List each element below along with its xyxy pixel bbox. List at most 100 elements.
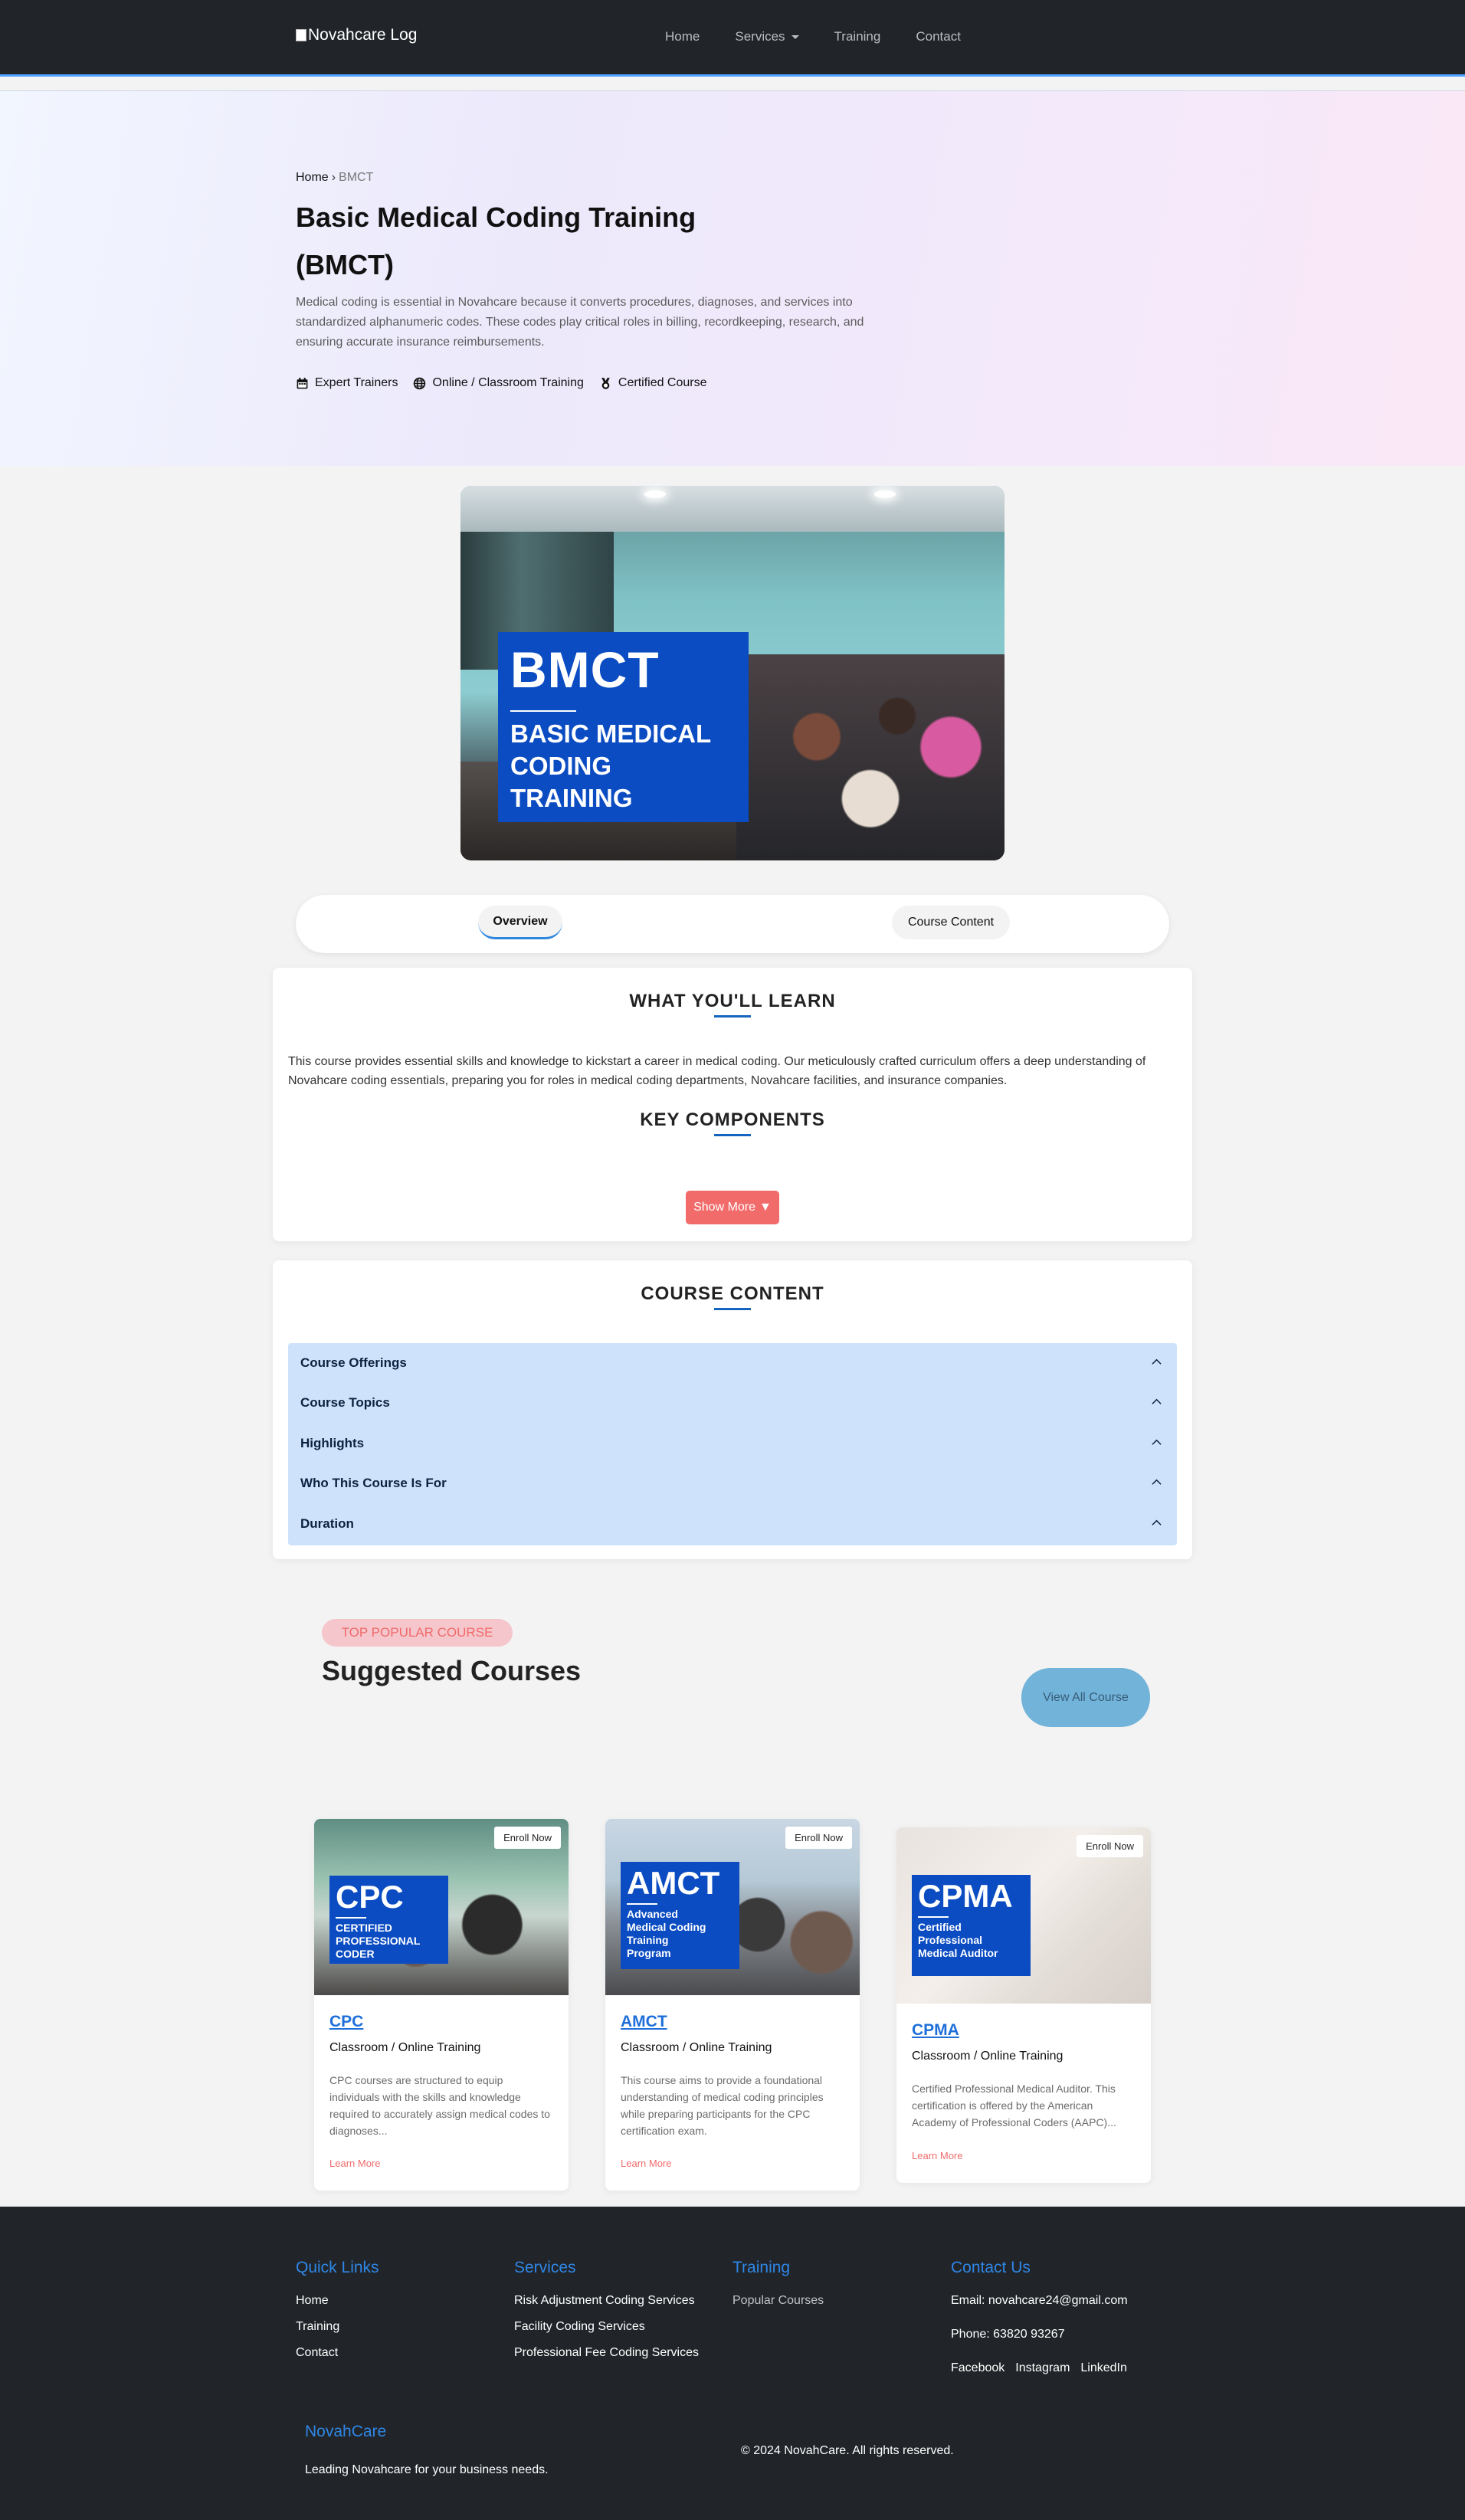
footer-heading: Services bbox=[514, 2259, 576, 2276]
learn-card: WHAT YOU'LL LEARN This course provides e… bbox=[273, 968, 1192, 1241]
badge-rule bbox=[627, 1903, 657, 1905]
nav-services-label: Services bbox=[735, 29, 785, 44]
footer-link[interactable]: Professional Fee Coding Services bbox=[514, 2346, 699, 2360]
logo[interactable]: Novahcare Log bbox=[296, 26, 417, 44]
tab-course-content[interactable]: Course Content bbox=[892, 906, 1010, 939]
footer-link[interactable]: Popular Courses bbox=[732, 2294, 824, 2308]
chevron-up-icon bbox=[1152, 1398, 1162, 1404]
learn-more-link[interactable]: Learn More bbox=[621, 2158, 671, 2169]
footer-heading: Quick Links bbox=[296, 2259, 379, 2276]
course-card-image: AMCT Advanced Medical Coding Training Pr… bbox=[605, 1819, 860, 1995]
course-description: CPC courses are structured to equip indi… bbox=[329, 2074, 550, 2137]
footer-training: Training Popular Courses bbox=[732, 2259, 824, 2320]
accordion-item[interactable]: Duration bbox=[288, 1504, 1177, 1544]
facebook-link[interactable]: Facebook bbox=[951, 2361, 1005, 2375]
course-card-amct: AMCT Advanced Medical Coding Training Pr… bbox=[605, 1819, 860, 2191]
globe-icon bbox=[414, 377, 426, 389]
learn-more-link[interactable]: Learn More bbox=[329, 2158, 380, 2169]
course-mode: Classroom / Online Training bbox=[912, 2050, 1064, 2063]
banner-line: TRAINING bbox=[510, 784, 633, 812]
linkedin-link[interactable]: LinkedIn bbox=[1080, 2361, 1127, 2375]
accordion-item[interactable]: Who This Course Is For bbox=[288, 1463, 1177, 1503]
course-title-link[interactable]: CPC bbox=[329, 2013, 363, 2031]
banner-line: CODING bbox=[510, 752, 611, 780]
badge-line: PROFESSIONAL bbox=[336, 1935, 421, 1947]
nav-home-link[interactable]: Home bbox=[665, 29, 700, 44]
nav-links: Home Services Training Contact bbox=[665, 29, 961, 44]
accordion-item[interactable]: Course Topics bbox=[288, 1383, 1177, 1423]
nav-training-link[interactable]: Training bbox=[834, 29, 881, 44]
tab-overview[interactable]: Overview bbox=[478, 906, 562, 939]
key-components-heading: KEY COMPONENTS bbox=[640, 1109, 825, 1130]
footer-brand[interactable]: NovahCare bbox=[305, 2423, 386, 2441]
heading-underline bbox=[714, 1308, 751, 1310]
heading-underline bbox=[714, 1134, 751, 1136]
course-banner-image: BMCT BASIC MEDICAL CODING TRAINING bbox=[460, 486, 1005, 860]
learn-text: This course provides essential skills an… bbox=[288, 1055, 1146, 1087]
course-title-link[interactable]: AMCT bbox=[621, 2013, 667, 2031]
suggested-title: Suggested Courses bbox=[322, 1655, 582, 1686]
instagram-link[interactable]: Instagram bbox=[1015, 2361, 1070, 2375]
badge-line: Certified bbox=[918, 1921, 962, 1933]
footer-email[interactable]: Email: novahcare24@gmail.com bbox=[951, 2294, 1128, 2308]
breadcrumb-home[interactable]: Home bbox=[296, 171, 329, 185]
view-all-course-button[interactable]: View All Course bbox=[1021, 1668, 1150, 1727]
classroom-ceiling bbox=[460, 486, 1005, 532]
banner-abbr: BMCT bbox=[510, 641, 660, 698]
footer-tagline: Leading Novahcare for your business need… bbox=[305, 2463, 549, 2476]
chevron-right-icon: › bbox=[331, 171, 336, 184]
nav-contact-link[interactable]: Contact bbox=[916, 29, 961, 44]
broken-image-icon bbox=[296, 29, 306, 41]
course-content-card: COURSE CONTENT Course Offerings Course T… bbox=[273, 1260, 1192, 1559]
footer-quick-links: Quick Links Home Training Contact bbox=[296, 2259, 379, 2372]
course-card-cpma: CPMA Certified Professional Medical Audi… bbox=[896, 1827, 1151, 2183]
footer-link[interactable]: Facility Coding Services bbox=[514, 2320, 699, 2334]
course-title-link[interactable]: CPMA bbox=[912, 2021, 959, 2040]
hero-features: Expert Trainers Online / Classroom Train… bbox=[296, 376, 707, 390]
calendar-icon bbox=[297, 377, 308, 388]
footer-phone[interactable]: Phone: 63820 93267 bbox=[951, 2328, 1128, 2341]
hero-description: Medical coding is essential in Novahcare… bbox=[296, 296, 864, 349]
feature-label: Online / Classroom Training bbox=[432, 376, 584, 389]
feature-expert-trainers: Expert Trainers bbox=[296, 376, 398, 390]
badge-line: Advanced bbox=[627, 1908, 678, 1920]
feature-label: Certified Course bbox=[618, 376, 707, 389]
learn-more-link[interactable]: Learn More bbox=[912, 2150, 962, 2161]
enroll-now-button[interactable]: Enroll Now bbox=[494, 1827, 561, 1849]
accordion-label: Course Topics bbox=[300, 1395, 390, 1410]
accordion-label: Duration bbox=[300, 1516, 354, 1531]
medal-icon bbox=[601, 377, 610, 389]
footer-link[interactable]: Risk Adjustment Coding Services bbox=[514, 2294, 699, 2308]
breadcrumb: Home › BMCT bbox=[296, 171, 373, 185]
course-badge: AMCT Advanced Medical Coding Training Pr… bbox=[621, 1862, 739, 1969]
course-card-cpc: CPC CERTIFIED PROFESSIONAL CODER Enroll … bbox=[314, 1819, 569, 2191]
badge-rule bbox=[336, 1917, 366, 1919]
triangle-down-icon: ▼ bbox=[759, 1201, 772, 1214]
footer-link[interactable]: Contact bbox=[296, 2346, 379, 2360]
badge-line: Training bbox=[627, 1934, 669, 1946]
enroll-now-button[interactable]: Enroll Now bbox=[785, 1827, 852, 1849]
course-badge: CPC CERTIFIED PROFESSIONAL CODER bbox=[329, 1876, 448, 1964]
course-card-image: CPC CERTIFIED PROFESSIONAL CODER Enroll … bbox=[314, 1819, 569, 1995]
enroll-now-button[interactable]: Enroll Now bbox=[1077, 1835, 1143, 1857]
show-more-button[interactable]: Show More ▼ bbox=[686, 1191, 779, 1224]
breadcrumb-current: BMCT bbox=[339, 171, 374, 184]
accordion-label: Who This Course Is For bbox=[300, 1476, 447, 1490]
banner-rule bbox=[510, 710, 576, 712]
show-more-label: Show More bbox=[693, 1201, 756, 1214]
students bbox=[736, 654, 1005, 860]
ceiling-light bbox=[874, 490, 896, 498]
course-card-image: CPMA Certified Professional Medical Audi… bbox=[896, 1827, 1151, 2004]
course-badge-abbr: CPMA bbox=[918, 1878, 1013, 1914]
accordion-item[interactable]: Highlights bbox=[288, 1424, 1177, 1463]
nav-services-dropdown[interactable]: Services bbox=[735, 29, 799, 44]
footer-link[interactable]: Home bbox=[296, 2294, 379, 2308]
footer-link[interactable]: Training bbox=[296, 2320, 379, 2334]
feature-certified: Certified Course bbox=[599, 376, 707, 390]
heading-underline bbox=[714, 1015, 751, 1018]
footer: Quick Links Home Training Contact Servic… bbox=[0, 2207, 1465, 2520]
page-title: Basic Medical Coding Training (BMCT) bbox=[296, 202, 696, 280]
caret-down-icon bbox=[791, 35, 799, 40]
accordion-item[interactable]: Course Offerings bbox=[288, 1343, 1177, 1383]
learn-heading: WHAT YOU'LL LEARN bbox=[629, 991, 836, 1011]
